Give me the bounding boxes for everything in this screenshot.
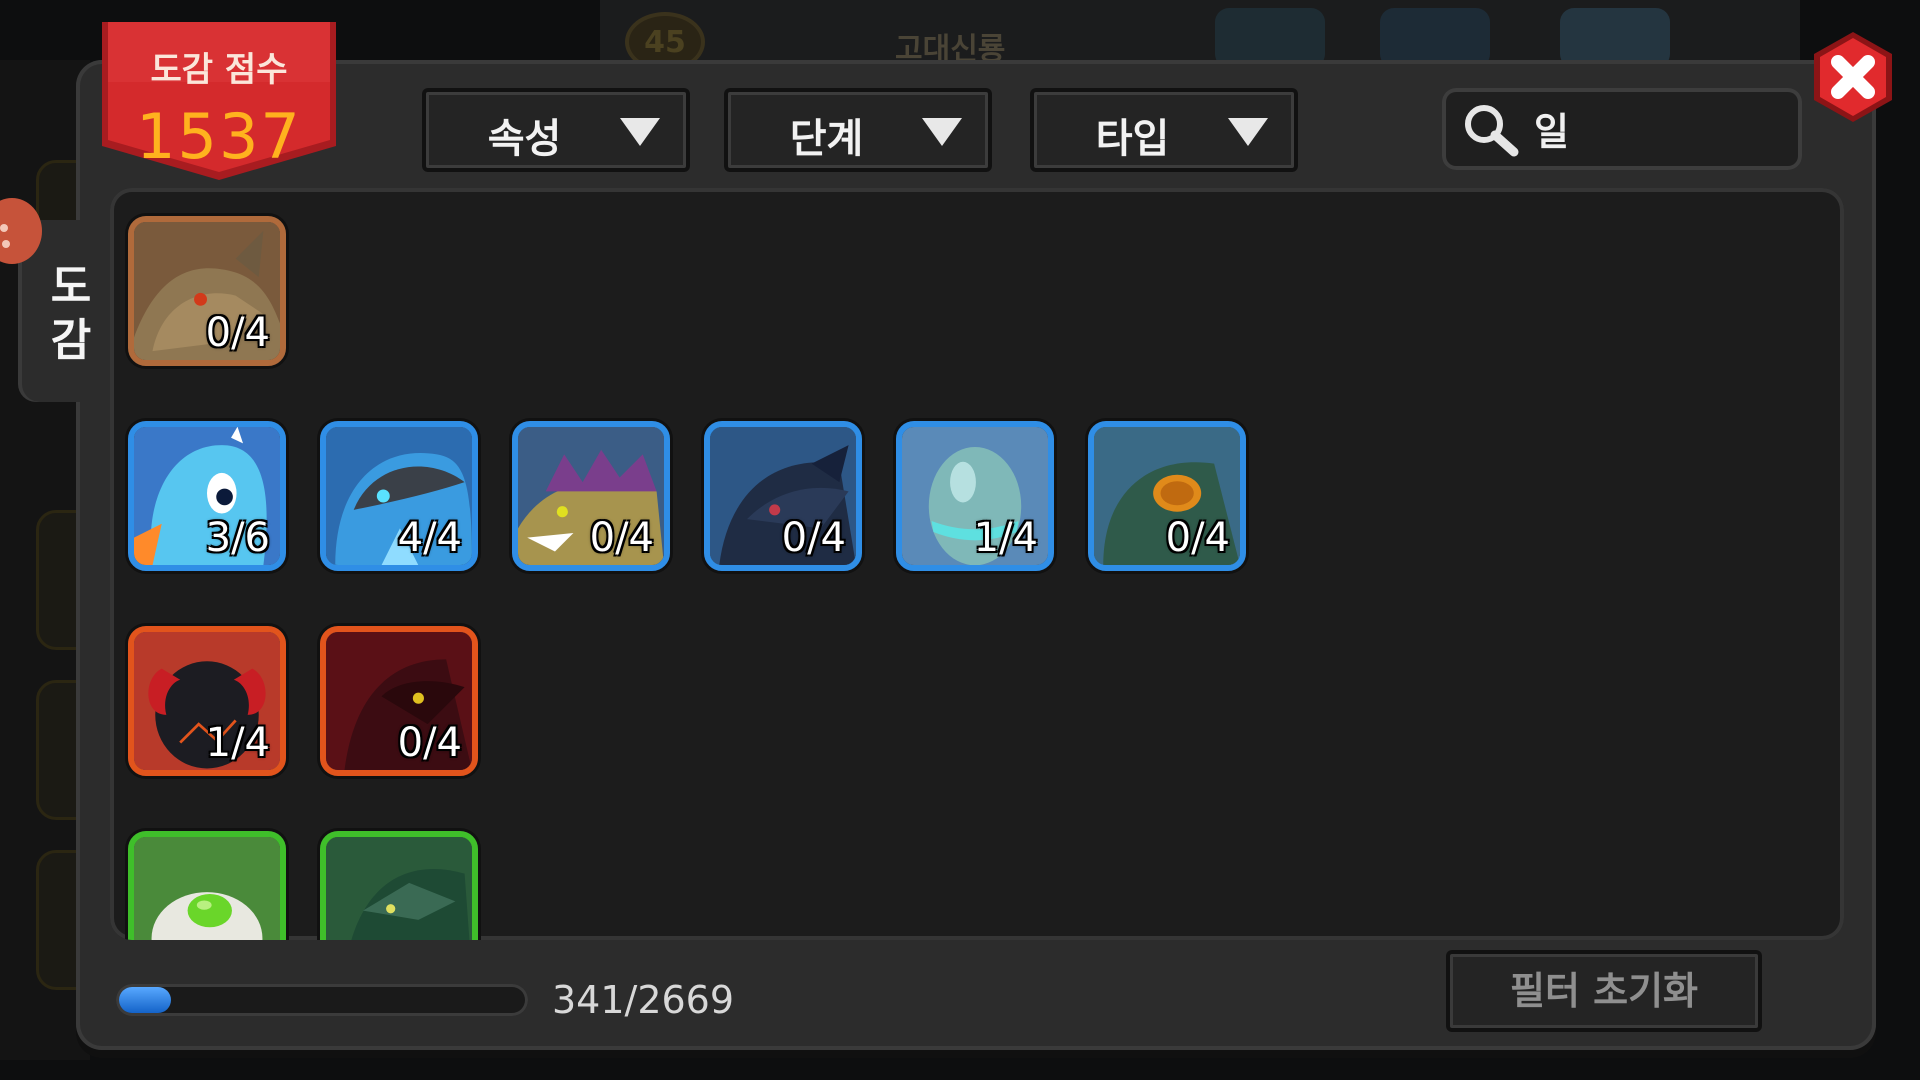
creature-card[interactable]: [320, 831, 478, 940]
search-input[interactable]: [1534, 100, 1784, 156]
stage-filter-label: 단계: [789, 116, 864, 162]
creature-card[interactable]: 0/4: [128, 216, 286, 366]
search-box[interactable]: [1442, 88, 1802, 170]
tab-collection-label: 도 감: [50, 261, 92, 366]
stage-filter-dropdown[interactable]: 단계: [724, 88, 992, 172]
score-label: 도감 점수: [150, 50, 288, 90]
notification-dot-icon: [0, 198, 42, 264]
creature-count: 1/4: [973, 515, 1038, 561]
creature-count: 4/4: [397, 515, 462, 561]
creature-count: 0/4: [781, 515, 846, 561]
type-filter-label: 타입: [1095, 116, 1170, 162]
collection-progress-bar: [116, 984, 528, 1016]
creature-portrait-icon: [134, 837, 280, 940]
creature-card[interactable]: 0/4: [512, 421, 670, 571]
creature-count: 0/4: [1165, 515, 1230, 561]
creature-count: 3/6: [205, 515, 270, 561]
creature-card[interactable]: [128, 831, 286, 940]
creature-card[interactable]: 3/6: [128, 421, 286, 571]
close-button[interactable]: [1806, 30, 1900, 124]
close-icon: [1814, 32, 1892, 122]
chevron-down-icon: [620, 118, 660, 146]
creature-count: 0/4: [397, 720, 462, 766]
background-element-icon: [1380, 8, 1490, 68]
type-filter-dropdown[interactable]: 타입: [1030, 88, 1298, 172]
search-icon: [1462, 102, 1522, 162]
creature-card[interactable]: 4/4: [320, 421, 478, 571]
creature-card[interactable]: 0/4: [1088, 421, 1246, 571]
chevron-down-icon: [1228, 118, 1268, 146]
score-value: 1537: [136, 100, 302, 173]
creature-card[interactable]: 1/4: [128, 626, 286, 776]
collection-score-badge: 도감 점수 1537: [98, 22, 340, 182]
background-element-icon: [1215, 8, 1325, 68]
attribute-filter-dropdown[interactable]: 속성: [422, 88, 690, 172]
creature-card[interactable]: 1/4: [896, 421, 1054, 571]
collection-progress-fill: [119, 987, 171, 1013]
creature-portrait-icon: [326, 837, 472, 940]
background-element-icon: [1560, 8, 1670, 68]
creature-count: 1/4: [205, 720, 270, 766]
attribute-filter-label: 속성: [487, 116, 562, 162]
creature-count: 0/4: [589, 515, 654, 561]
creature-card[interactable]: 0/4: [320, 626, 478, 776]
creature-card[interactable]: 0/4: [704, 421, 862, 571]
collection-progress-text: 341/2669: [552, 978, 735, 1022]
creature-count: 0/4: [205, 310, 270, 356]
collection-grid: 0/4 3/6 4/4 0/4 0/4 1/4 0/4 1/4 0/4: [110, 188, 1844, 940]
chevron-down-icon: [922, 118, 962, 146]
reset-filter-button[interactable]: 필터 초기화: [1446, 950, 1762, 1032]
